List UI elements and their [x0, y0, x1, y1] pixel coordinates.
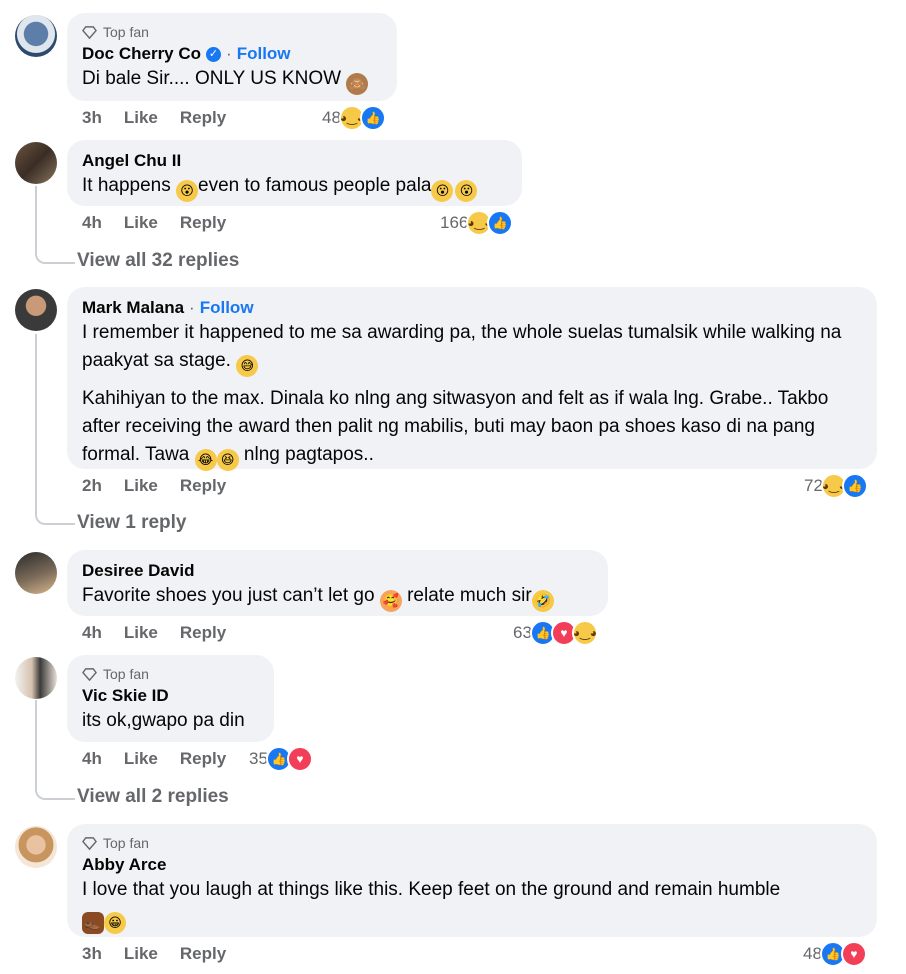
diamond-icon	[82, 25, 97, 39]
separator-dot: ·	[226, 44, 232, 63]
hand-over-mouth-emoji: 😮	[431, 180, 454, 202]
like-button[interactable]: Like	[124, 476, 158, 496]
hand-over-mouth-emoji: 😮	[455, 180, 478, 202]
top-fan-label: Top fan	[103, 666, 149, 682]
thread-line	[35, 700, 37, 770]
view-replies-link[interactable]: View all 2 replies	[77, 786, 229, 808]
reaction-summary[interactable]: 72 ◕‿◕ 👍	[804, 473, 868, 499]
avatar[interactable]	[15, 826, 57, 868]
verified-check-icon: ✓	[206, 46, 222, 62]
comment-bubble: Mark Malana · Follow I remember it happe…	[67, 287, 877, 471]
see-no-evil-monkey-emoji: 🙈	[346, 73, 369, 95]
reply-button[interactable]: Reply	[180, 623, 226, 643]
comment-actions: 2h Like Reply	[82, 474, 226, 498]
comment-time[interactable]: 2h	[82, 476, 102, 496]
avatar[interactable]	[15, 142, 57, 184]
thumbs-up-icon: 👍	[487, 210, 514, 236]
comment-bubble: Desiree David Favorite shoes you just ca…	[67, 550, 608, 616]
commenter-name[interactable]: Desiree David	[82, 560, 194, 582]
reply-button[interactable]: Reply	[180, 749, 226, 769]
thread-line	[35, 334, 37, 494]
comment-bubble: Top fan Abby Arce I love that you laugh …	[67, 824, 877, 937]
like-button[interactable]: Like	[124, 108, 158, 128]
thumbs-up-icon: 👍	[359, 105, 386, 131]
comment-time[interactable]: 4h	[82, 623, 102, 643]
thread-line	[35, 494, 75, 525]
view-replies-link[interactable]: View all 32 replies	[77, 250, 239, 272]
comment-time[interactable]: 3h	[82, 944, 102, 964]
laughing-face-icon: ◕‿◕	[571, 620, 598, 646]
top-fan-badge: Top fan	[82, 23, 382, 41]
commenter-name[interactable]: Doc Cherry Co	[82, 43, 201, 65]
comment-actions: 4h Like Reply	[82, 211, 226, 235]
commenter-name[interactable]: Vic Skie ID	[82, 685, 169, 707]
like-button[interactable]: Like	[124, 213, 158, 233]
like-button[interactable]: Like	[124, 944, 158, 964]
comment-time[interactable]: 3h	[82, 108, 102, 128]
comment-actions: 3h Like Reply	[82, 942, 226, 966]
comment-text: I remember it happened to me sa awarding…	[82, 319, 862, 471]
shoe-emoji: 👞	[82, 912, 104, 934]
top-fan-label: Top fan	[103, 24, 149, 40]
comment-text: It happens 😮 even to famous people pala 😮 😮	[82, 172, 507, 202]
reaction-summary[interactable]: 48 👍 ♥	[803, 941, 867, 967]
diamond-icon	[82, 836, 97, 850]
heart-icon: ♥	[840, 941, 867, 967]
reaction-summary[interactable]: 166 ◕‿◕ 👍	[440, 210, 514, 236]
reaction-summary[interactable]: 63 👍 ♥ ◕‿◕	[513, 620, 598, 646]
reaction-count: 166	[440, 213, 469, 232]
comment-text: its ok,gwapo pa din	[82, 710, 245, 731]
rolling-laughing-emoji: 🤣	[531, 590, 554, 612]
comment-actions: 4h Like Reply	[82, 747, 226, 771]
commenter-name[interactable]: Abby Arce	[82, 854, 166, 876]
comment-bubble: Top fan Doc Cherry Co ✓ · Follow Di bale…	[67, 13, 397, 101]
grinning-face-emoji: 😀	[104, 912, 126, 934]
follow-button[interactable]: Follow	[237, 43, 291, 65]
comment-bubble: Angel Chu II It happens 😮 even to famous …	[67, 140, 522, 206]
grinning-squinting-emoji: 😆	[216, 449, 239, 471]
thread-line	[35, 770, 75, 800]
top-fan-badge: Top fan	[82, 665, 259, 683]
separator-dot: ·	[189, 298, 195, 317]
hand-over-mouth-emoji: 😮	[176, 180, 199, 202]
grinning-sweat-emoji: 😅	[236, 355, 259, 377]
view-replies-link[interactable]: View 1 reply	[77, 512, 187, 534]
top-fan-label: Top fan	[103, 835, 149, 851]
thread-line	[35, 186, 37, 236]
thread-line	[35, 236, 75, 264]
commenter-name[interactable]: Mark Malana	[82, 297, 184, 319]
diamond-icon	[82, 667, 97, 681]
follow-button[interactable]: Follow	[200, 297, 254, 319]
like-button[interactable]: Like	[124, 749, 158, 769]
tears-of-joy-emoji: 😂	[194, 449, 217, 471]
heart-icon: ♥	[286, 746, 313, 772]
smiling-face-with-hearts-emoji: 🥰	[379, 590, 402, 612]
comment-text: Favorite shoes you just can’t let go 🥰 r…	[82, 582, 593, 612]
reply-button[interactable]: Reply	[180, 476, 226, 496]
comment-actions: 4h Like Reply	[82, 621, 226, 645]
like-button[interactable]: Like	[124, 623, 158, 643]
top-fan-badge: Top fan	[82, 834, 862, 852]
reply-button[interactable]: Reply	[180, 944, 226, 964]
comment-time[interactable]: 4h	[82, 213, 102, 233]
reply-button[interactable]: Reply	[180, 213, 226, 233]
avatar[interactable]	[15, 289, 57, 331]
reaction-summary[interactable]: 48 ◕‿◕ 👍	[322, 105, 386, 131]
commenter-name[interactable]: Angel Chu II	[82, 150, 181, 172]
reply-button[interactable]: Reply	[180, 108, 226, 128]
reaction-summary[interactable]: 35 👍 ♥	[249, 746, 313, 772]
comment-text: Di bale Sir.... ONLY US KNOW 🙈	[82, 65, 382, 95]
avatar[interactable]	[15, 15, 57, 57]
avatar[interactable]	[15, 552, 57, 594]
comment-text: I love that you laugh at things like thi…	[82, 876, 862, 934]
thumbs-up-icon: 👍	[841, 473, 868, 499]
comment-bubble: Top fan Vic Skie ID its ok,gwapo pa din	[67, 655, 274, 742]
avatar[interactable]	[15, 657, 57, 699]
comment-actions: 3h Like Reply	[82, 106, 226, 130]
comment-time[interactable]: 4h	[82, 749, 102, 769]
